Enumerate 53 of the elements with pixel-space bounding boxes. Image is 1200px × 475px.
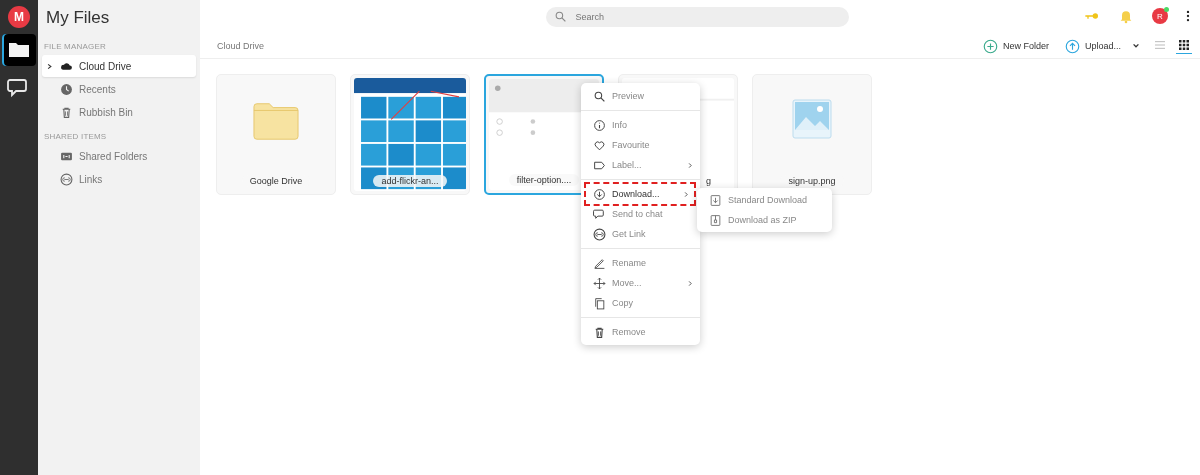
link-icon — [60, 172, 73, 186]
file-tile[interactable]: add-flickr-an... — [350, 74, 470, 195]
menu-item[interactable]: Remove — [581, 322, 700, 342]
menu-item[interactable]: Send to chat — [581, 204, 700, 224]
copy-icon — [593, 296, 606, 310]
grid-icon — [1179, 40, 1189, 50]
pen-icon — [593, 256, 606, 270]
section-heading: SHARED ITEMS — [43, 131, 108, 143]
search-icon — [593, 89, 606, 103]
grid-view-button[interactable] — [1176, 38, 1192, 54]
file-tile[interactable]: sign-up.png — [752, 74, 872, 195]
sidebar-item[interactable]: Cloud Drive — [42, 55, 196, 77]
menu-item[interactable]: Download as ZIP — [697, 210, 832, 230]
download-icon — [593, 187, 606, 201]
image-icon — [792, 99, 832, 139]
info-icon — [593, 118, 606, 132]
section-heading: FILE MANAGER — [43, 41, 107, 53]
link-icon — [593, 227, 606, 241]
rail-button[interactable] — [2, 34, 36, 66]
file-tile[interactable]: Google Drive — [216, 74, 336, 195]
avatar[interactable]: R — [1152, 8, 1168, 24]
upload-button[interactable]: Upload... — [1060, 38, 1144, 54]
file-name: add-flickr-an... — [373, 175, 447, 187]
sidebar-title: My Files — [45, 7, 111, 29]
trash-icon — [60, 105, 73, 119]
zip-file-icon — [709, 213, 722, 227]
clock-icon — [60, 82, 73, 96]
sidebar-item[interactable]: Shared Folders — [42, 145, 196, 167]
more-icon — [1186, 9, 1190, 23]
move-icon — [593, 276, 606, 290]
menu-item[interactable]: Move... — [581, 273, 700, 293]
breadcrumb[interactable]: Cloud Drive — [217, 41, 265, 51]
heart-icon — [593, 138, 606, 152]
trash-icon — [593, 325, 606, 339]
menu-item[interactable]: Copy — [581, 293, 700, 313]
sidebar-item[interactable]: Links — [42, 168, 196, 190]
bell-icon — [1118, 8, 1134, 24]
menu-item[interactable]: Rename — [581, 253, 700, 273]
sidebar-item[interactable]: Recents — [42, 78, 196, 100]
speech-bubble-icon — [593, 207, 606, 221]
folder-icon — [253, 101, 299, 141]
new-folder-button[interactable]: New Folder — [978, 38, 1053, 54]
upload-icon — [1064, 38, 1080, 54]
menu-item[interactable]: Get Link — [581, 224, 700, 244]
file-name: filter-option.... — [508, 174, 580, 186]
list-icon — [1155, 40, 1165, 50]
app-logo[interactable]: M — [8, 6, 30, 28]
caret-icon — [1132, 42, 1140, 50]
search-field[interactable]: Search — [545, 7, 849, 27]
download-file-icon — [709, 193, 722, 207]
plus-circle-icon — [982, 38, 998, 54]
search-icon — [553, 10, 567, 23]
sidebar-item[interactable]: Rubbish Bin — [42, 101, 196, 123]
